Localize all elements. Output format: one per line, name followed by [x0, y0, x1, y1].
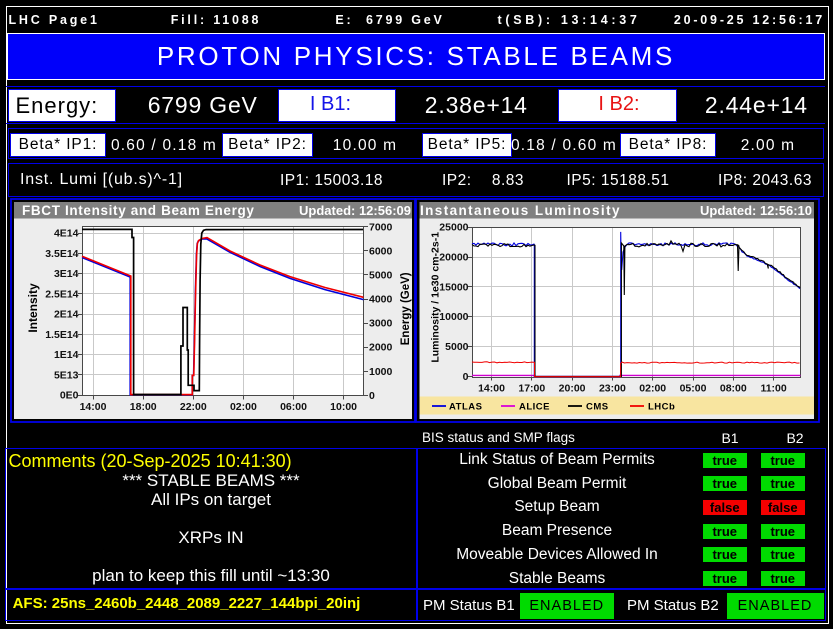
svg-text:22:00: 22:00: [180, 401, 207, 413]
svg-text:0: 0: [463, 371, 469, 383]
svg-text:3E14: 3E14: [54, 268, 79, 280]
svg-text:2.5E14: 2.5E14: [45, 288, 78, 300]
svg-text:0E0: 0E0: [60, 390, 79, 402]
svg-text:Luminosity / 1e30 cm-2s-1: Luminosity / 1e30 cm-2s-1: [429, 232, 441, 363]
svg-text:Updated: 12:56:10: Updated: 12:56:10: [700, 203, 812, 218]
svg-text:ATLAS: ATLAS: [449, 402, 482, 413]
svg-text:20:00: 20:00: [559, 383, 586, 395]
svg-text:1000: 1000: [369, 366, 393, 378]
svg-text:0: 0: [369, 390, 375, 402]
svg-text:Intensity: Intensity: [26, 283, 40, 333]
svg-text:15000: 15000: [439, 281, 468, 293]
svg-text:10000: 10000: [439, 311, 468, 323]
svg-text:5E13: 5E13: [54, 369, 79, 381]
svg-text:11:00: 11:00: [760, 383, 786, 395]
svg-text:2000: 2000: [369, 342, 393, 354]
svg-text:4E14: 4E14: [54, 228, 79, 240]
svg-text:25000: 25000: [439, 222, 468, 234]
svg-text:CMS: CMS: [586, 402, 609, 413]
svg-text:FBCT Intensity and Beam Energy: FBCT Intensity and Beam Energy: [22, 203, 255, 218]
svg-text:08:00: 08:00: [720, 383, 747, 395]
svg-text:02:00: 02:00: [639, 383, 666, 395]
svg-text:10:00: 10:00: [330, 401, 357, 413]
svg-text:20000: 20000: [439, 252, 468, 264]
svg-text:Updated: 12:56:09: Updated: 12:56:09: [299, 203, 411, 218]
svg-text:6000: 6000: [369, 246, 393, 258]
svg-text:7000: 7000: [369, 221, 393, 233]
svg-text:5000: 5000: [445, 341, 469, 353]
svg-text:4000: 4000: [369, 294, 393, 306]
svg-text:18:00: 18:00: [130, 401, 157, 413]
svg-text:ALICE: ALICE: [519, 402, 550, 413]
svg-text:06:00: 06:00: [280, 401, 307, 413]
svg-text:5000: 5000: [369, 270, 393, 282]
svg-text:2E14: 2E14: [54, 309, 79, 321]
svg-text:02:00: 02:00: [230, 401, 257, 413]
svg-text:23:00: 23:00: [599, 383, 626, 395]
svg-text:14:00: 14:00: [478, 383, 505, 395]
svg-text:17:00: 17:00: [518, 383, 545, 395]
svg-text:1.5E14: 1.5E14: [45, 329, 78, 341]
svg-text:Energy (GeV): Energy (GeV): [400, 272, 412, 345]
svg-text:14:00: 14:00: [80, 401, 107, 413]
svg-text:LHCb: LHCb: [648, 402, 675, 413]
svg-text:Instantaneous Luminosity: Instantaneous Luminosity: [420, 203, 621, 218]
svg-text:3000: 3000: [369, 318, 393, 330]
svg-text:1E14: 1E14: [54, 349, 79, 361]
svg-text:3.5E14: 3.5E14: [45, 248, 78, 260]
svg-text:05:00: 05:00: [680, 383, 707, 395]
